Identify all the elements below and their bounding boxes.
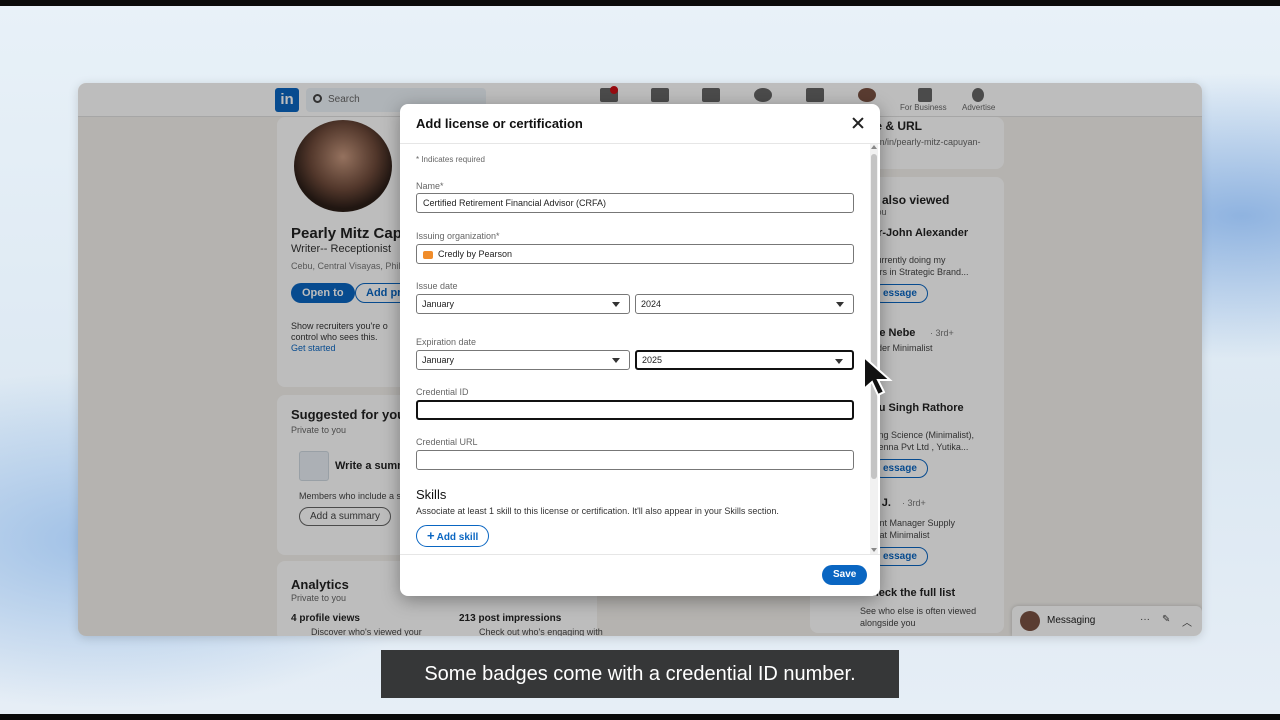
modal-header: Add license or certification [400,104,880,144]
expiration-month-value: January [422,355,455,365]
credential-id-field[interactable] [416,400,854,420]
issue-month-select[interactable]: January [416,294,630,314]
name-field[interactable]: Certified Retirement Financial Advisor (… [416,193,854,213]
modal-footer: Save [400,554,880,596]
expiration-year-select[interactable]: 2025 [635,350,854,370]
scroll-up-arrow-icon[interactable] [871,145,877,149]
plus-icon: + [427,528,435,543]
expiration-date-label: Expiration date [416,337,477,347]
credential-url-field[interactable] [416,450,854,470]
issue-year-value: 2024 [641,299,662,309]
issuing-org-value: Credly by Pearson [438,249,513,259]
chevron-down-icon [836,302,844,307]
add-license-modal: Add license or certification * Indicates… [400,104,880,596]
required-note: * Indicates required [416,155,485,164]
screen-bottom-border [0,714,1280,720]
name-label: Name* [416,181,444,191]
skills-description: Associate at least 1 skill to this licen… [416,506,779,516]
issue-year-select[interactable]: 2024 [635,294,854,314]
add-skill-label: Add skill [436,532,479,543]
chevron-down-icon [612,302,620,307]
chevron-down-icon [835,359,843,364]
close-icon[interactable] [848,114,868,134]
chevron-down-icon [612,358,620,363]
add-skill-button[interactable]: + Add skill [416,525,490,547]
issuing-org-field[interactable]: Credly by Pearson [416,244,854,264]
issue-date-label: Issue date [416,281,458,291]
credly-logo-icon [423,250,433,259]
screen-top-border [0,0,1280,6]
modal-title: Add license or certification [416,116,583,131]
save-button[interactable]: Save [822,565,868,585]
expiration-year-value: 2025 [642,355,663,365]
skills-heading: Skills [416,487,447,502]
scroll-down-arrow-icon[interactable] [871,548,877,552]
issue-month-value: January [422,299,455,309]
issuing-org-label: Issuing organization* [416,231,500,241]
credential-url-label: Credential URL [416,437,478,447]
modal-scrollbar[interactable] [870,144,878,554]
credential-id-label: Credential ID [416,387,469,397]
modal-body: * Indicates required Name* Certified Ret… [400,144,870,554]
mouse-cursor-icon [863,355,893,397]
video-caption: Some badges come with a credential ID nu… [381,650,899,698]
scroll-thumb[interactable] [871,154,877,479]
expiration-month-select[interactable]: January [416,350,630,370]
